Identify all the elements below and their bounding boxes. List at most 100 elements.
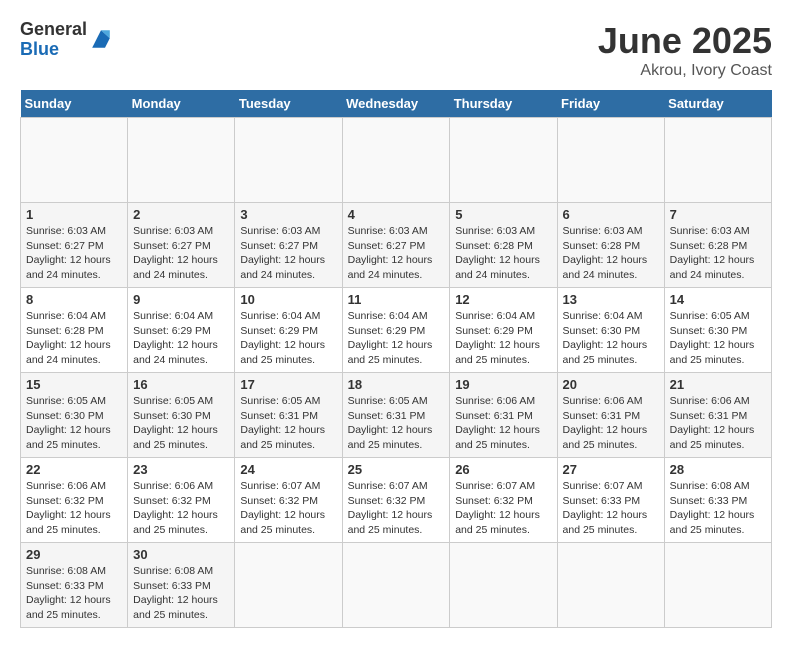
calendar-cell: 21 Sunrise: 6:06 AMSunset: 6:31 PMDayligh… (664, 373, 771, 458)
day-number: 21 (670, 377, 766, 392)
day-info: Sunrise: 6:04 AMSunset: 6:29 PMDaylight:… (348, 309, 445, 368)
calendar-cell: 13 Sunrise: 6:04 AMSunset: 6:30 PMDayligh… (557, 288, 664, 373)
calendar-cell: 6Sunrise: 6:03 AMSunset: 6:28 PMDaylight… (557, 203, 664, 288)
day-info: Sunrise: 6:08 AMSunset: 6:33 PMDaylight:… (26, 564, 122, 623)
week-row-2: 8 Sunrise: 6:04 AMSunset: 6:28 PMDaylight… (21, 288, 772, 373)
day-number: 25 (348, 462, 445, 477)
day-number: 16 (133, 377, 229, 392)
title-section: June 2025 Akrou, Ivory Coast (598, 20, 772, 80)
day-number: 10 (240, 292, 336, 307)
header-tuesday: Tuesday (235, 90, 342, 118)
day-number: 29 (26, 547, 122, 562)
week-row-3: 15 Sunrise: 6:05 AMSunset: 6:30 PMDayligh… (21, 373, 772, 458)
day-number: 2 (133, 207, 229, 222)
month-title: June 2025 (598, 20, 772, 62)
calendar-cell (450, 543, 557, 628)
day-info: Sunrise: 6:06 AMSunset: 6:32 PMDaylight:… (26, 479, 122, 538)
day-number: 7 (670, 207, 766, 222)
day-info: Sunrise: 6:04 AMSunset: 6:28 PMDaylight:… (26, 309, 122, 368)
day-info: Sunrise: 6:08 AMSunset: 6:33 PMDaylight:… (670, 479, 766, 538)
calendar-cell: 5 Sunrise: 6:03 AMSunset: 6:28 PMDaylight… (450, 203, 557, 288)
day-info: Sunrise: 6:06 AMSunset: 6:32 PMDaylight:… (133, 479, 229, 538)
day-info: Sunrise: 6:07 AMSunset: 6:32 PMDaylight:… (455, 479, 551, 538)
calendar-cell (664, 543, 771, 628)
calendar-cell: 26 Sunrise: 6:07 AMSunset: 6:32 PMDayligh… (450, 458, 557, 543)
logo-blue-text: Blue (20, 40, 87, 60)
calendar-cell: 30 Sunrise: 6:08 AMSunset: 6:33 PMDayligh… (128, 543, 235, 628)
calendar-cell: 25 Sunrise: 6:07 AMSunset: 6:32 PMDayligh… (342, 458, 450, 543)
header: General Blue June 2025 Akrou, Ivory Coas… (20, 20, 772, 80)
calendar-cell (557, 118, 664, 203)
week-row-1: 1Sunrise: 6:03 AMSunset: 6:27 PMDaylight… (21, 203, 772, 288)
day-number: 24 (240, 462, 336, 477)
logo-general-text: General (20, 20, 87, 40)
day-info: Sunrise: 6:06 AMSunset: 6:31 PMDaylight:… (455, 394, 551, 453)
day-number: 5 (455, 207, 551, 222)
day-info: Sunrise: 6:04 AMSunset: 6:29 PMDaylight:… (240, 309, 336, 368)
day-number: 12 (455, 292, 551, 307)
day-number: 22 (26, 462, 122, 477)
calendar-cell: 29 Sunrise: 6:08 AMSunset: 6:33 PMDayligh… (21, 543, 128, 628)
calendar-cell: 1Sunrise: 6:03 AMSunset: 6:27 PMDaylight… (21, 203, 128, 288)
day-number: 27 (563, 462, 659, 477)
header-friday: Friday (557, 90, 664, 118)
day-number: 14 (670, 292, 766, 307)
calendar-cell: 8 Sunrise: 6:04 AMSunset: 6:28 PMDaylight… (21, 288, 128, 373)
calendar-cell: 22 Sunrise: 6:06 AMSunset: 6:32 PMDayligh… (21, 458, 128, 543)
header-wednesday: Wednesday (342, 90, 450, 118)
logo: General Blue (20, 20, 113, 60)
calendar-cell (664, 118, 771, 203)
calendar-cell: 24 Sunrise: 6:07 AMSunset: 6:32 PMDayligh… (235, 458, 342, 543)
calendar-cell (450, 118, 557, 203)
header-saturday: Saturday (664, 90, 771, 118)
calendar-cell: 10 Sunrise: 6:04 AMSunset: 6:29 PMDayligh… (235, 288, 342, 373)
day-info: Sunrise: 6:05 AMSunset: 6:30 PMDaylight:… (26, 394, 122, 453)
logo-icon (89, 27, 113, 51)
header-thursday: Thursday (450, 90, 557, 118)
day-number: 4 (348, 207, 445, 222)
calendar-cell (557, 543, 664, 628)
calendar-cell (21, 118, 128, 203)
calendar-cell: 12 Sunrise: 6:04 AMSunset: 6:29 PMDayligh… (450, 288, 557, 373)
day-info: Sunrise: 6:07 AMSunset: 6:32 PMDaylight:… (348, 479, 445, 538)
calendar-cell: 20 Sunrise: 6:06 AMSunset: 6:31 PMDayligh… (557, 373, 664, 458)
day-info: Sunrise: 6:07 AMSunset: 6:33 PMDaylight:… (563, 479, 659, 538)
day-number: 26 (455, 462, 551, 477)
day-number: 8 (26, 292, 122, 307)
day-info: Sunrise: 6:03 AMSunset: 6:27 PMDaylight:… (348, 224, 445, 283)
day-number: 20 (563, 377, 659, 392)
calendar-table: Sunday Monday Tuesday Wednesday Thursday… (20, 90, 772, 628)
calendar-cell: 14 Sunrise: 6:05 AMSunset: 6:30 PMDayligh… (664, 288, 771, 373)
day-number: 9 (133, 292, 229, 307)
calendar-cell (235, 118, 342, 203)
calendar-cell: 27 Sunrise: 6:07 AMSunset: 6:33 PMDayligh… (557, 458, 664, 543)
day-info: Sunrise: 6:05 AMSunset: 6:30 PMDaylight:… (133, 394, 229, 453)
day-info: Sunrise: 6:07 AMSunset: 6:32 PMDaylight:… (240, 479, 336, 538)
day-number: 30 (133, 547, 229, 562)
day-info: Sunrise: 6:05 AMSunset: 6:30 PMDaylight:… (670, 309, 766, 368)
day-info: Sunrise: 6:06 AMSunset: 6:31 PMDaylight:… (563, 394, 659, 453)
day-info: Sunrise: 6:04 AMSunset: 6:30 PMDaylight:… (563, 309, 659, 368)
day-info: Sunrise: 6:03 AMSunset: 6:28 PMDaylight:… (455, 224, 551, 283)
calendar-cell: 19 Sunrise: 6:06 AMSunset: 6:31 PMDayligh… (450, 373, 557, 458)
day-info: Sunrise: 6:06 AMSunset: 6:31 PMDaylight:… (670, 394, 766, 453)
calendar-cell: 23 Sunrise: 6:06 AMSunset: 6:32 PMDayligh… (128, 458, 235, 543)
day-number: 19 (455, 377, 551, 392)
calendar-cell: 7Sunrise: 6:03 AMSunset: 6:28 PMDaylight… (664, 203, 771, 288)
day-info: Sunrise: 6:05 AMSunset: 6:31 PMDaylight:… (348, 394, 445, 453)
day-info: Sunrise: 6:04 AMSunset: 6:29 PMDaylight:… (133, 309, 229, 368)
day-number: 17 (240, 377, 336, 392)
day-info: Sunrise: 6:03 AMSunset: 6:27 PMDaylight:… (26, 224, 122, 283)
day-number: 15 (26, 377, 122, 392)
day-info: Sunrise: 6:08 AMSunset: 6:33 PMDaylight:… (133, 564, 229, 623)
day-number: 13 (563, 292, 659, 307)
week-row-4: 22 Sunrise: 6:06 AMSunset: 6:32 PMDayligh… (21, 458, 772, 543)
page-container: General Blue June 2025 Akrou, Ivory Coas… (20, 20, 772, 628)
day-info: Sunrise: 6:03 AMSunset: 6:27 PMDaylight:… (240, 224, 336, 283)
calendar-cell: 18Sunrise: 6:05 AMSunset: 6:31 PMDayligh… (342, 373, 450, 458)
week-row-0 (21, 118, 772, 203)
day-info: Sunrise: 6:04 AMSunset: 6:29 PMDaylight:… (455, 309, 551, 368)
calendar-cell: 3 Sunrise: 6:03 AMSunset: 6:27 PMDaylight… (235, 203, 342, 288)
day-number: 3 (240, 207, 336, 222)
day-number: 23 (133, 462, 229, 477)
